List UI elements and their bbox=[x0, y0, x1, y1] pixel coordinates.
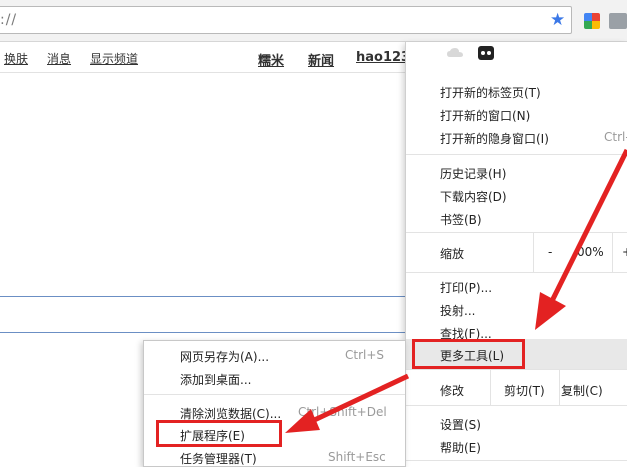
address-bar[interactable]: :// ★ bbox=[0, 6, 572, 34]
submenu-extensions[interactable]: 扩展程序(E) bbox=[180, 427, 245, 444]
more-tools-submenu: 网页另存为(A)... Ctrl+S 添加到桌面... 清除浏览数据(C)...… bbox=[143, 340, 406, 467]
clear-data-shortcut: Ctrl+Shift+Del bbox=[298, 405, 387, 419]
extension-icon-2[interactable] bbox=[609, 13, 627, 29]
menu-help[interactable]: 帮助(E) bbox=[440, 439, 481, 456]
nav-link-messages[interactable]: 消息 bbox=[47, 50, 71, 67]
extension-icon[interactable] bbox=[584, 13, 600, 29]
incognito-icon[interactable] bbox=[478, 46, 494, 60]
save-page-shortcut: Ctrl+S bbox=[345, 348, 385, 362]
menu-separator bbox=[406, 460, 627, 461]
zoom-out-button[interactable]: - bbox=[548, 245, 552, 259]
menu-cast[interactable]: 投射... bbox=[440, 302, 475, 319]
menu-separator bbox=[406, 272, 627, 273]
bookmark-star-icon[interactable]: ★ bbox=[550, 8, 565, 32]
nav-link-show-channels[interactable]: 显示频道 bbox=[90, 50, 138, 67]
menu-zoom-label: 缩放 bbox=[440, 247, 465, 261]
submenu-separator bbox=[144, 394, 405, 395]
menu-more-tools[interactable]: 更多工具(L) bbox=[440, 347, 504, 364]
nav-link-hao123[interactable]: hao123 bbox=[356, 50, 410, 65]
page-line bbox=[0, 296, 405, 297]
menu-separator bbox=[406, 405, 627, 406]
page-divider bbox=[0, 72, 405, 73]
menu-downloads[interactable]: 下载内容(D) bbox=[440, 188, 507, 205]
nav-link-skin[interactable]: 换肤 bbox=[4, 50, 28, 67]
menu-new-tab[interactable]: 打开新的标签页(T) bbox=[440, 84, 541, 101]
chrome-menu: 打开新的标签页(T) 打开新的窗口(N) 打开新的隐身窗口(I) Ctrl- 历… bbox=[405, 42, 627, 467]
submenu-save-page[interactable]: 网页另存为(A)... bbox=[180, 348, 269, 365]
zoom-level: 00% bbox=[577, 245, 604, 259]
zoom-in-button[interactable]: + bbox=[622, 245, 627, 259]
menu-edit-label: 修改 bbox=[440, 384, 465, 398]
task-manager-shortcut: Shift+Esc bbox=[328, 450, 386, 464]
menu-separator bbox=[406, 154, 627, 155]
menu-history[interactable]: 历史记录(H) bbox=[440, 165, 506, 182]
menu-bookmarks[interactable]: 书签(B) bbox=[440, 211, 482, 228]
copy-button[interactable]: 复制(C) bbox=[561, 382, 603, 399]
menu-new-incognito[interactable]: 打开新的隐身窗口(I) bbox=[440, 130, 549, 147]
cloud-icon[interactable] bbox=[446, 46, 464, 60]
submenu-task-manager[interactable]: 任务管理器(T) bbox=[180, 450, 257, 467]
page-line-2 bbox=[0, 332, 405, 333]
browser-toolbar: :// ★ bbox=[0, 0, 627, 42]
nav-link-nuomi[interactable]: 糯米 bbox=[258, 50, 284, 69]
menu-print[interactable]: 打印(P)... bbox=[440, 279, 492, 296]
url-text: :// bbox=[0, 12, 18, 28]
nav-link-news[interactable]: 新闻 bbox=[308, 50, 334, 69]
menu-new-window[interactable]: 打开新的窗口(N) bbox=[440, 107, 530, 124]
menu-settings[interactable]: 设置(S) bbox=[440, 416, 481, 433]
cut-button[interactable]: 剪切(T) bbox=[504, 382, 545, 399]
submenu-add-to-desktop[interactable]: 添加到桌面... bbox=[180, 371, 251, 388]
incognito-shortcut: Ctrl- bbox=[604, 130, 627, 144]
